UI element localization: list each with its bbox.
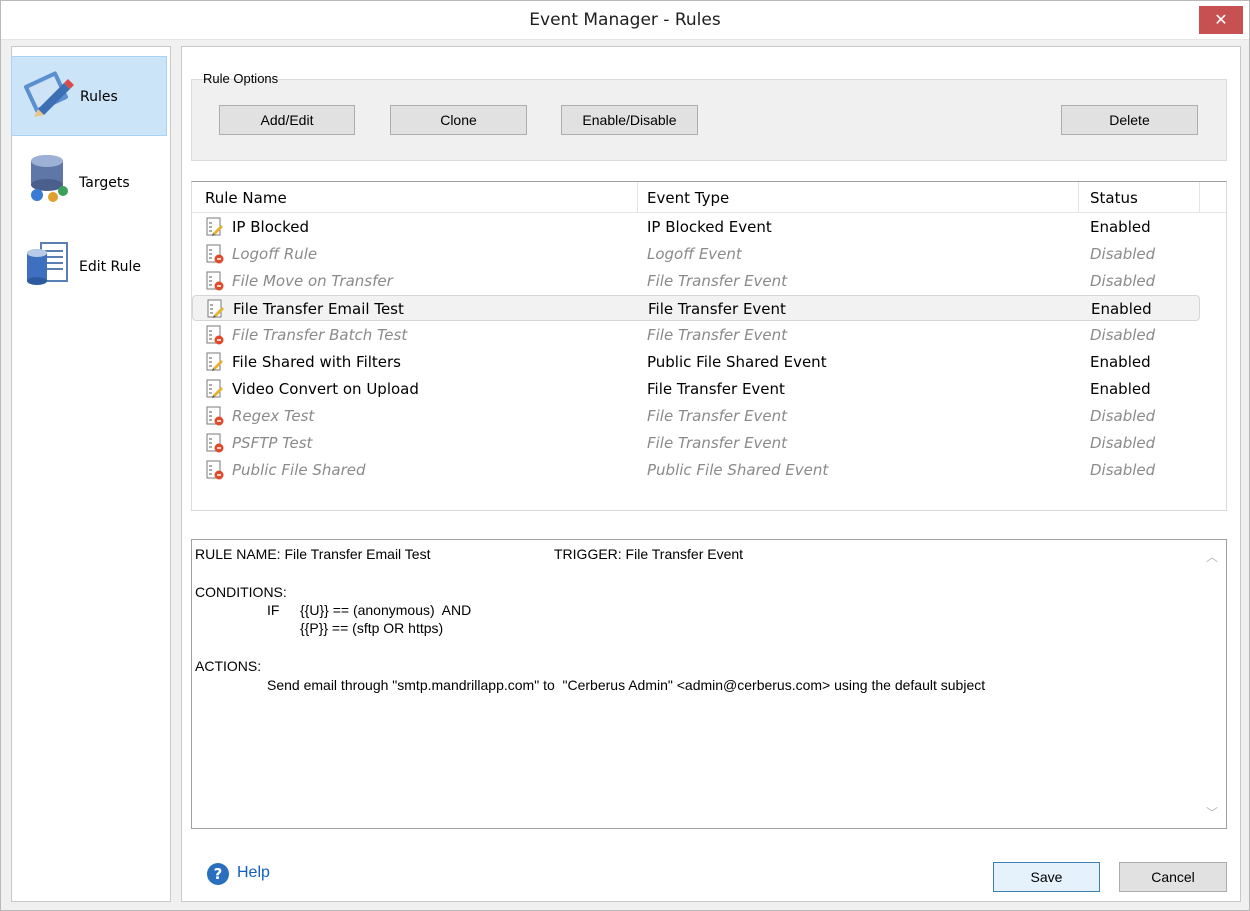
conditions-label: CONDITIONS: — [195, 584, 287, 600]
column-header-rule-name[interactable]: Rule Name — [205, 189, 287, 207]
sidebar-item-rules[interactable]: Rules — [11, 56, 167, 136]
rule-disabled-icon — [206, 406, 224, 426]
add-edit-button[interactable]: Add/Edit — [219, 105, 355, 135]
column-header-event-type[interactable]: Event Type — [647, 189, 729, 207]
rule-disabled-icon — [206, 433, 224, 453]
event-type-cell: File Transfer Event — [647, 434, 788, 452]
table-row[interactable]: Regex Test File Transfer Event Disabled — [192, 403, 1200, 429]
close-button[interactable]: ✕ — [1199, 6, 1243, 34]
rule-disabled-icon — [206, 460, 224, 480]
table-row[interactable]: File Transfer Batch Test File Transfer Ev… — [192, 322, 1200, 348]
sidebar-item-label: Targets — [79, 175, 130, 191]
rule-enabled-icon — [206, 217, 223, 236]
rule-disabled-icon — [206, 271, 224, 291]
rule-name-cell: PSFTP Test — [232, 434, 313, 452]
rules-pen-icon — [24, 71, 74, 117]
status-cell: Disabled — [1090, 461, 1156, 479]
list-header: Rule Name Event Type Status — [192, 182, 1226, 213]
event-type-cell: Logoff Event — [647, 245, 742, 263]
rule-name-cell: File Transfer Batch Test — [232, 326, 408, 344]
rule-name-cell: IP Blocked — [232, 218, 310, 236]
targets-database-icon — [31, 155, 68, 202]
event-type-cell: File Transfer Event — [647, 407, 788, 425]
rule-name-cell: File Transfer Email Test — [233, 300, 404, 318]
event-type-cell: Public File Shared Event — [647, 353, 827, 371]
status-cell: Disabled — [1090, 434, 1156, 452]
table-row[interactable]: Logoff Rule Logoff Event Disabled — [192, 241, 1200, 267]
table-row[interactable]: IP Blocked IP Blocked Event Enabled — [192, 214, 1200, 240]
status-cell: Enabled — [1091, 300, 1152, 318]
help-link[interactable]: Help — [237, 864, 270, 882]
column-divider[interactable] — [1078, 182, 1079, 212]
event-type-cell: File Transfer Event — [647, 326, 788, 344]
status-cell: Disabled — [1090, 407, 1156, 425]
rule-name-cell: Regex Test — [232, 407, 315, 425]
sidebar-item-targets[interactable]: Targets — [11, 143, 167, 223]
clone-button[interactable]: Clone — [390, 105, 527, 135]
rule-enabled-icon — [206, 352, 223, 371]
condition-2: {{P}} == (sftp OR https) — [300, 620, 444, 636]
sidebar-item-edit-rule[interactable]: Edit Rule — [11, 227, 167, 307]
cancel-button[interactable]: Cancel — [1119, 862, 1227, 892]
event-type-cell: File Transfer Event — [648, 300, 786, 318]
rule-disabled-icon — [206, 325, 224, 345]
status-cell: Disabled — [1090, 245, 1156, 263]
table-row[interactable]: Video Convert on Upload File Transfer Eve… — [192, 376, 1200, 402]
table-row[interactable]: File Move on Transfer File Transfer Event… — [192, 268, 1200, 294]
enable-disable-button[interactable]: Enable/Disable — [561, 105, 698, 135]
sidebar-item-label: Edit Rule — [79, 259, 142, 275]
actions-label: ACTIONS: — [195, 658, 262, 674]
column-divider[interactable] — [1199, 182, 1200, 212]
window-title: Event Manager - Rules — [529, 10, 721, 30]
status-cell: Disabled — [1090, 326, 1156, 344]
status-cell: Enabled — [1090, 353, 1151, 371]
condition-if: IF — [267, 602, 280, 618]
rule-name-cell: Public File Shared — [232, 461, 366, 479]
title-bar: Event Manager - Rules ✕ — [1, 1, 1249, 40]
table-row[interactable]: File Transfer Email Test File Transfer Ev… — [192, 295, 1200, 321]
rule-name-line: RULE NAME: File Transfer Email Test — [195, 546, 431, 562]
event-type-cell: IP Blocked Event — [647, 218, 772, 236]
rule-name-cell: Logoff Rule — [232, 245, 318, 263]
rule-disabled-icon — [206, 244, 224, 264]
trigger-line: TRIGGER: File Transfer Event — [554, 546, 744, 562]
event-type-cell: File Transfer Event — [647, 380, 785, 398]
table-row[interactable]: File Shared with Filters Public File Shar… — [192, 349, 1200, 375]
column-header-status[interactable]: Status — [1090, 189, 1138, 207]
rule-name-cell: File Move on Transfer — [232, 272, 393, 290]
status-cell: Enabled — [1090, 380, 1151, 398]
rule-options-label: Rule Options — [203, 71, 279, 86]
event-type-cell: Public File Shared Event — [647, 461, 829, 479]
scroll-down-arrow-icon[interactable]: ﹀ — [1206, 804, 1218, 821]
table-row[interactable]: PSFTP Test File Transfer Event Disabled — [192, 430, 1200, 456]
status-cell: Disabled — [1090, 272, 1156, 290]
rule-name-cell: File Shared with Filters — [232, 353, 401, 371]
column-divider[interactable] — [637, 182, 638, 212]
delete-button[interactable]: Delete — [1061, 105, 1198, 135]
event-type-cell: File Transfer Event — [647, 272, 788, 290]
table-row[interactable]: Public File Shared Public File Shared Eve… — [192, 457, 1200, 483]
scroll-up-arrow-icon[interactable]: ︿ — [1206, 548, 1218, 565]
edit-rule-document-icon — [27, 242, 68, 285]
rule-name-cell: Video Convert on Upload — [232, 380, 419, 398]
status-cell: Enabled — [1090, 218, 1151, 236]
event-manager-window: Event Manager - Rules ✕ Rules Targets Ed… — [0, 0, 1250, 911]
rules-list[interactable]: Rule Name Event Type Status IP Blocked IP… — [191, 181, 1227, 511]
action-1: Send email through "smtp.mandrillapp.com… — [267, 677, 986, 693]
help-icon[interactable]: ? — [207, 863, 229, 885]
save-button[interactable]: Save — [993, 862, 1100, 892]
rule-enabled-icon — [207, 299, 224, 318]
condition-1: {{U}} == (anonymous) AND — [300, 602, 472, 618]
sidebar-item-label: Rules — [80, 89, 118, 105]
rule-enabled-icon — [206, 379, 223, 398]
rule-description-panel[interactable]: RULE NAME: File Transfer Email Test TRIG… — [191, 539, 1227, 829]
